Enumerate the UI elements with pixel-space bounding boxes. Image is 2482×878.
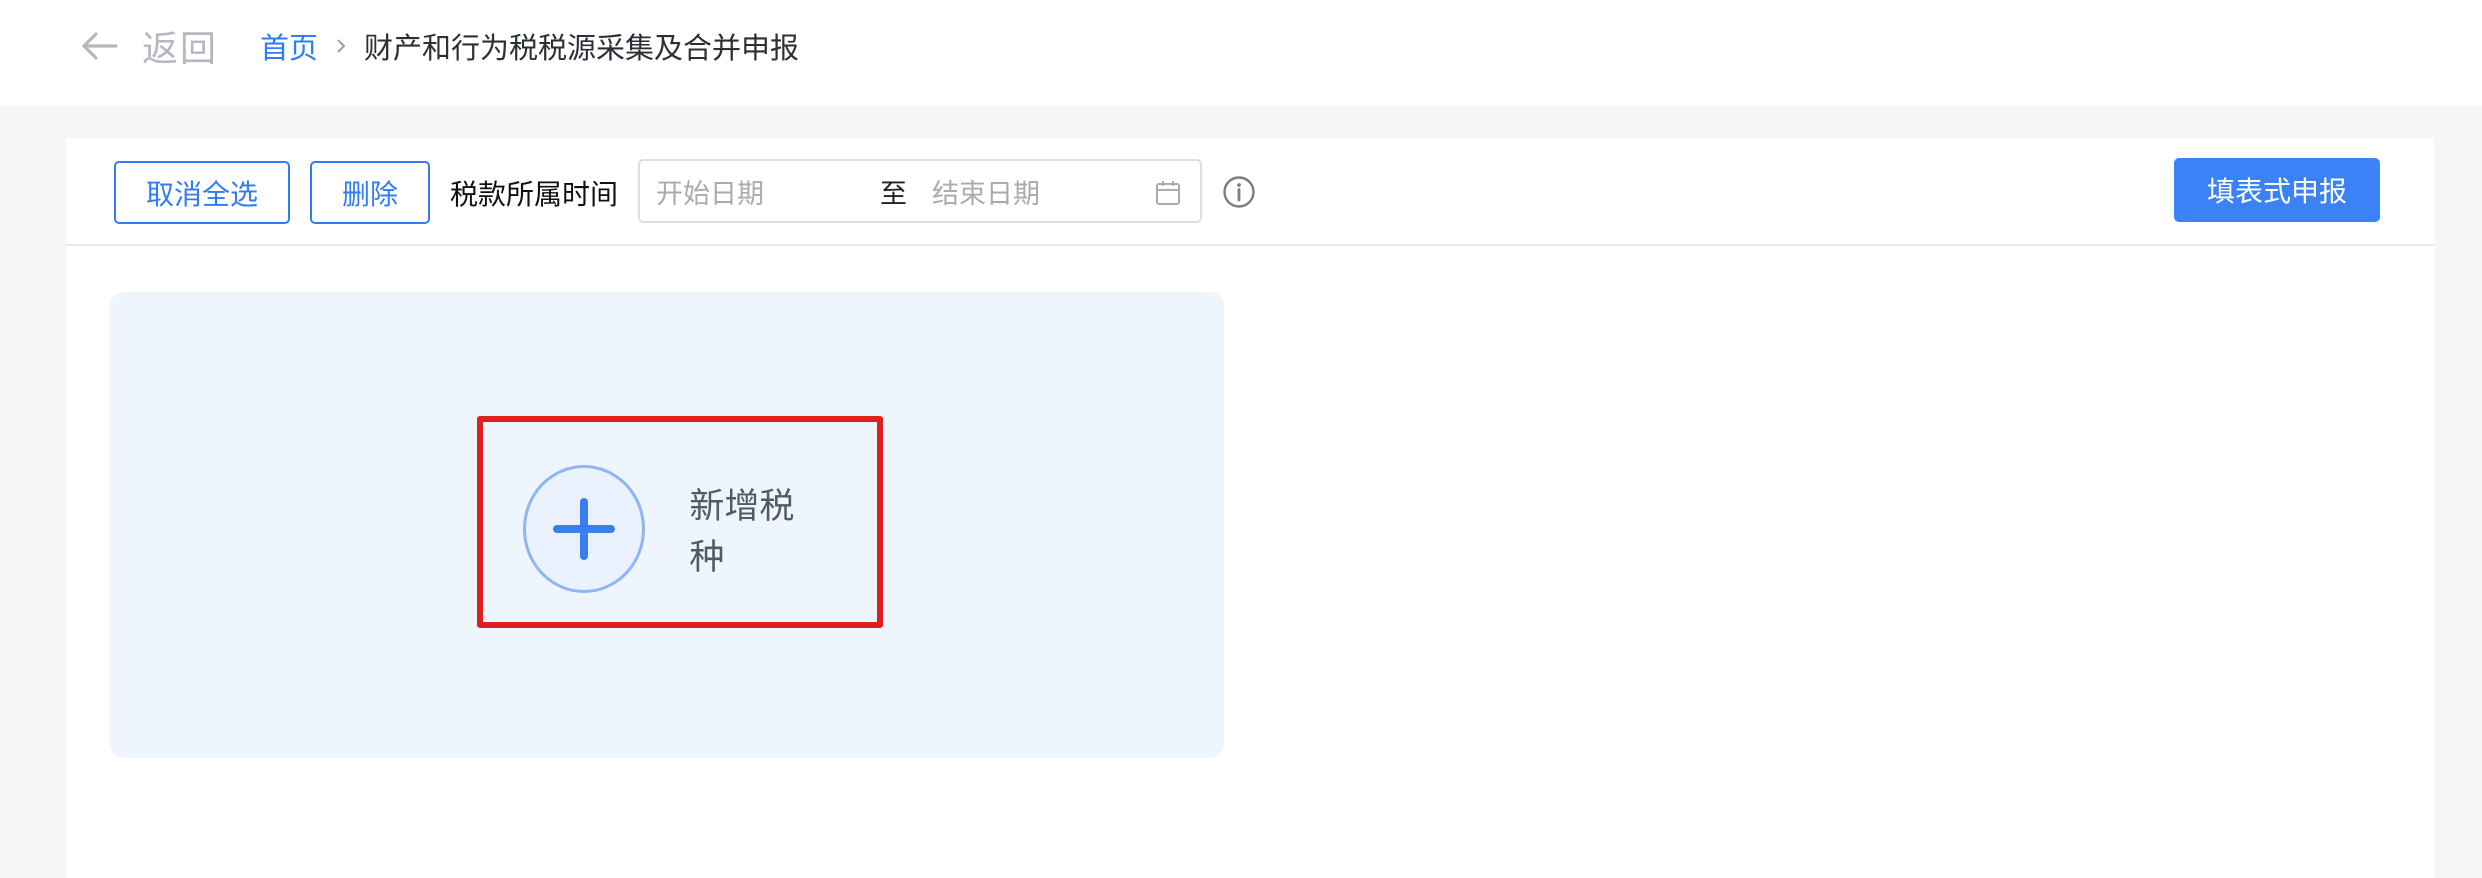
info-icon[interactable]: [1222, 175, 1256, 209]
fill-form-declare-button[interactable]: 填表式申报: [2174, 158, 2380, 222]
chevron-right-icon: [332, 37, 350, 55]
toolbar: 取消全选 删除 税款所属时间 开始日期 至 结束日期 填表式申报: [66, 138, 2434, 246]
tax-period-label: 税款所属时间: [450, 179, 619, 210]
delete-button[interactable]: 删除: [310, 161, 430, 224]
date-range-separator: 至: [880, 178, 907, 209]
cancel-select-all-button[interactable]: 取消全选: [114, 161, 290, 224]
back-label: 返回: [142, 28, 219, 69]
start-date-input[interactable]: 开始日期: [656, 172, 764, 211]
add-tax-type-button[interactable]: 新增税种: [523, 464, 823, 594]
breadcrumb: 首页 财产和行为税税源采集及合并申报: [260, 22, 799, 70]
breadcrumb-current: 财产和行为税税源采集及合并申报: [364, 33, 800, 65]
breadcrumb-home-link[interactable]: 首页: [260, 25, 318, 67]
calendar-icon: [1156, 181, 1180, 205]
main-panel: 取消全选 删除 税款所属时间 开始日期 至 结束日期 填表式申报 新增税种: [66, 138, 2434, 878]
add-tax-type-card: 新增税种: [110, 292, 1224, 758]
add-tax-type-label: 新增税种: [689, 487, 795, 577]
end-date-input[interactable]: 结束日期: [932, 172, 1040, 211]
top-bar: 返回 首页 财产和行为税税源采集及合并申报: [0, 0, 2482, 106]
tax-period-date-range-picker[interactable]: 开始日期 至 结束日期: [638, 159, 1202, 223]
back-button[interactable]: 返回: [78, 22, 218, 70]
plus-icon: [523, 465, 646, 593]
arrow-left-icon: [82, 32, 118, 60]
